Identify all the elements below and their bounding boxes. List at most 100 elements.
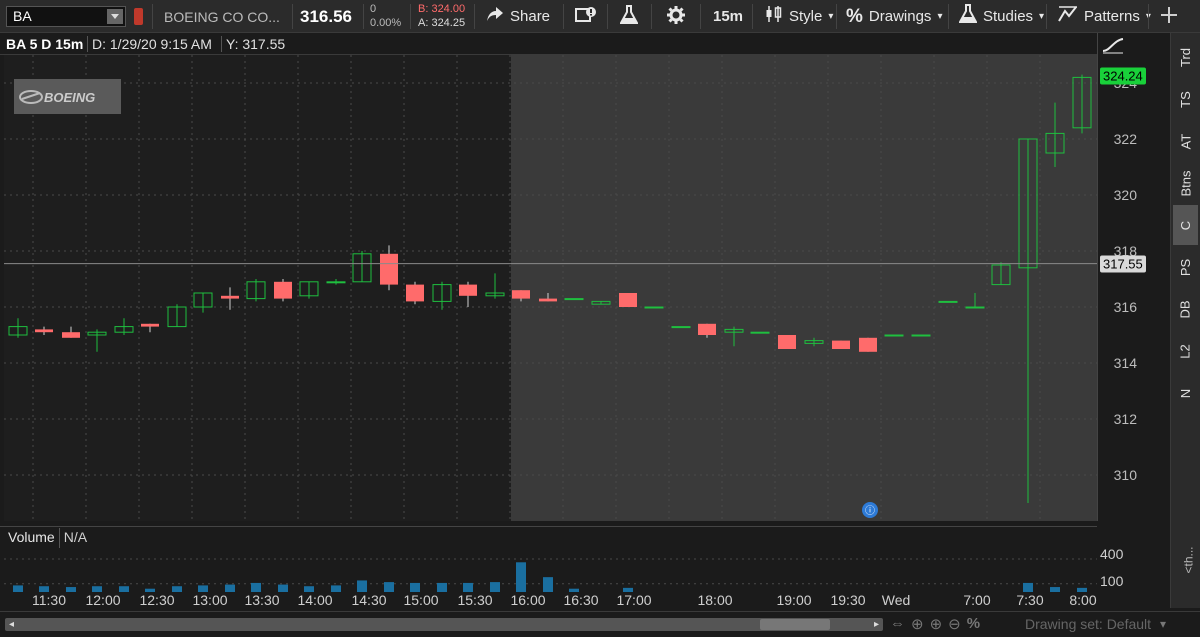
- time-axis[interactable]: 11:30 12:00 12:30 13:00 13:30 14:00 14:30 15:00…: [0, 592, 1097, 610]
- price-tick-label: 314: [1113, 355, 1137, 371]
- volume-tick-400: 400: [1100, 546, 1124, 562]
- percent-icon[interactable]: %: [967, 615, 980, 633]
- candle-body: [991, 264, 1011, 286]
- volume-bar: [516, 562, 526, 592]
- symbol-value: BA: [13, 8, 32, 24]
- divider: [87, 36, 88, 52]
- candle: [274, 279, 292, 302]
- candle-body: [299, 281, 319, 297]
- candle-body: [804, 340, 824, 344]
- share-button[interactable]: Share: [486, 0, 550, 33]
- candle-body: [832, 340, 850, 349]
- right-tab-label: DB: [1178, 299, 1193, 319]
- candle-body: [644, 306, 664, 309]
- candle-body: [221, 295, 239, 299]
- price-tick-label: 320: [1113, 187, 1137, 203]
- link-flag-icon[interactable]: [134, 8, 143, 25]
- candle-body: [884, 334, 904, 337]
- candle: [619, 293, 637, 307]
- more-tab[interactable]: <th...: [1182, 546, 1196, 573]
- right-tab-btns[interactable]: Btns: [1173, 163, 1198, 203]
- scroll-right-icon[interactable]: ▸: [870, 618, 883, 631]
- scroll-left-icon[interactable]: ◂: [5, 618, 18, 631]
- candle-body: [965, 306, 985, 309]
- candle: [832, 340, 850, 349]
- drawings-button[interactable]: % Drawings ▾: [846, 0, 942, 33]
- candle-body: [432, 284, 452, 302]
- style-button[interactable]: Style ▾: [765, 0, 833, 33]
- candle-body: [380, 253, 398, 285]
- candle-body: [698, 323, 716, 335]
- right-tab-ts[interactable]: TS: [1173, 79, 1198, 119]
- candle: [352, 251, 372, 283]
- drawing-set-selector[interactable]: Drawing set: Default: [1025, 616, 1151, 632]
- chart-header: BA 5 D 15m D: 1/29/20 9:15 AM Y: 317.55: [0, 33, 1097, 55]
- share-icon: [486, 6, 504, 27]
- crosshair-icon[interactable]: ⊕: [911, 615, 924, 633]
- chevron-down-icon: ▾: [1039, 11, 1045, 22]
- timeframe-button[interactable]: 15m: [713, 0, 743, 33]
- horizontal-scrollbar[interactable]: ◂ ▸: [5, 618, 883, 631]
- chevron-down-icon[interactable]: ▾: [1160, 617, 1166, 631]
- time-tick-label: 15:00: [403, 592, 439, 608]
- candle-body: [671, 326, 691, 329]
- settings-button[interactable]: [666, 0, 686, 33]
- time-tick-label: 16:00: [510, 592, 546, 608]
- add-button[interactable]: [1160, 0, 1178, 33]
- volume-bar: [251, 582, 261, 592]
- volume-bar: [490, 582, 500, 592]
- scrollbar-thumb[interactable]: [760, 619, 830, 630]
- extended-session-background: [511, 55, 1097, 521]
- zoom-out-icon[interactable]: ⊖: [948, 615, 961, 633]
- symbol-input[interactable]: BA: [6, 6, 126, 27]
- add-note-button[interactable]: [575, 0, 597, 33]
- right-tab-db[interactable]: DB: [1173, 289, 1198, 329]
- candle: [884, 334, 904, 337]
- right-tab-label: PS: [1178, 258, 1193, 276]
- date-readout: D: 1/29/20 9:15 AM: [92, 36, 212, 52]
- right-tab-ps[interactable]: PS: [1173, 247, 1198, 287]
- candle-body: [1072, 76, 1092, 129]
- divider: [651, 4, 652, 29]
- time-tick-label: 13:00: [192, 592, 228, 608]
- volume-bar: [278, 584, 288, 592]
- candle: [246, 279, 266, 302]
- volume-chart[interactable]: [4, 548, 1097, 592]
- volume-bar: [437, 582, 447, 592]
- chevron-down-icon: ▾: [937, 11, 943, 22]
- divider: [700, 4, 701, 29]
- chevron-down-icon[interactable]: [107, 9, 123, 24]
- gear-icon: [666, 5, 686, 29]
- price-axis[interactable]: 324322320318316314312310324.24317.55: [1097, 33, 1167, 521]
- flask-icon: [958, 4, 978, 29]
- right-tab-trd[interactable]: Trd: [1173, 37, 1198, 77]
- right-tab-l2[interactable]: L2: [1173, 331, 1198, 371]
- pan-icon[interactable]: ⇔: [890, 615, 905, 633]
- divider: [948, 4, 949, 29]
- zoom-in-icon[interactable]: ⊕: [930, 615, 943, 633]
- patterns-icon: [1058, 5, 1078, 28]
- volume-bar: [410, 582, 420, 592]
- candle-body: [246, 281, 266, 300]
- time-tick-label: 13:30: [244, 592, 280, 608]
- patterns-button[interactable]: Patterns ▾: [1058, 0, 1151, 33]
- volume-bars: [13, 562, 1087, 592]
- price-chart[interactable]: BOEING ⓘ: [4, 55, 1097, 521]
- candle-body: [193, 292, 213, 308]
- cursor-price-tag: 317.55: [1100, 255, 1146, 273]
- studies-button[interactable]: Studies ▾: [958, 0, 1045, 33]
- time-tick-label: 17:00: [616, 592, 652, 608]
- candle-body: [459, 284, 477, 296]
- boeing-logo: BOEING: [14, 79, 121, 114]
- candle-body: [8, 326, 28, 336]
- flask-button[interactable]: [619, 0, 639, 33]
- time-tick-label: 15:30: [457, 592, 493, 608]
- candle-body: [167, 306, 187, 328]
- right-tab-n[interactable]: N: [1173, 373, 1198, 413]
- candle: [564, 298, 584, 301]
- right-tab-c[interactable]: C: [1173, 205, 1198, 245]
- plus-icon: [1160, 6, 1178, 28]
- volume-tick-100: 100: [1100, 573, 1124, 589]
- trend-icon[interactable]: [1102, 36, 1124, 59]
- right-tab-at[interactable]: AT: [1173, 121, 1198, 161]
